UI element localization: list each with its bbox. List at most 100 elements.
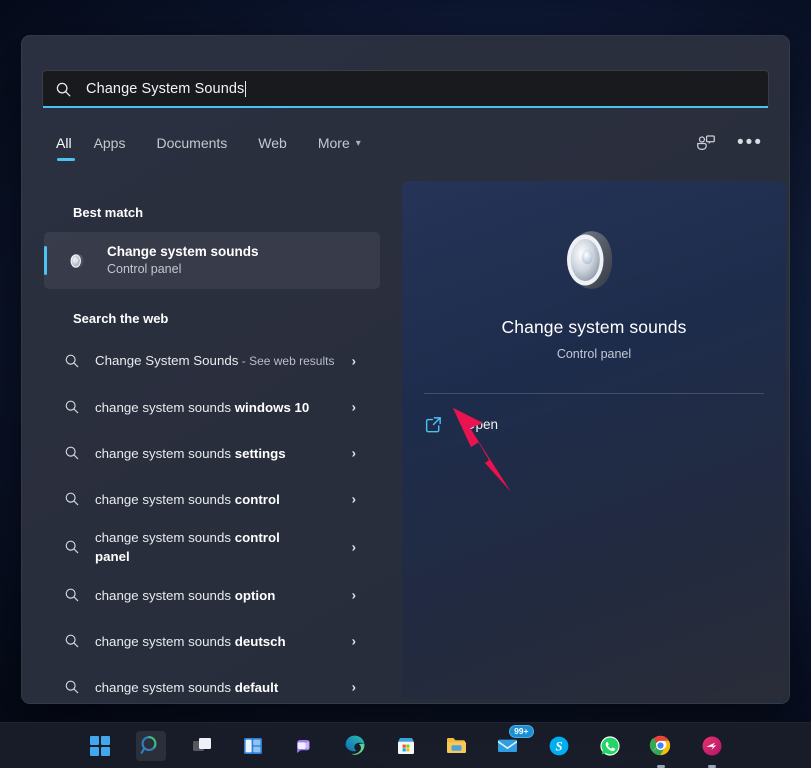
list-item-label: change system sounds control (95, 490, 288, 509)
tab-web[interactable]: Web (258, 135, 304, 162)
taskbar-item-start[interactable] (85, 731, 115, 761)
chevron-down-icon: ▾ (356, 138, 361, 149)
tab-all-label: All (56, 135, 72, 151)
web-result-bold: deutsch (235, 634, 286, 649)
list-item-label: change system sounds settings (95, 444, 294, 463)
tab-documents[interactable]: Documents (156, 135, 244, 162)
whatsapp-icon (599, 735, 621, 757)
search-icon (64, 633, 80, 649)
skype-icon: S (548, 735, 570, 757)
tab-all[interactable]: All (56, 135, 80, 162)
search-icon (64, 491, 80, 507)
taskbar-item-pink-app[interactable] (697, 731, 727, 761)
taskbar-item-mail[interactable]: 99+ (493, 731, 523, 761)
feedback-icon[interactable] (695, 132, 717, 154)
chevron-right-icon: › (352, 634, 356, 649)
best-match-subtitle: Control panel (107, 261, 259, 278)
list-item-label: change system sounds option (95, 586, 283, 605)
external-link-icon (424, 415, 443, 434)
search-icon (55, 81, 72, 98)
list-item[interactable]: change system sounds windows 10 › (44, 384, 380, 430)
running-indicator (657, 765, 665, 768)
web-result-bold: control (235, 492, 280, 507)
taskbar: 99+ S (0, 722, 811, 768)
web-result-prefix: change system sounds (95, 446, 235, 461)
best-match-result[interactable]: Change system sounds Control panel (44, 232, 380, 289)
list-item-label: change system sounds deutsch (95, 632, 294, 651)
speaker-icon (66, 248, 92, 274)
results-column: Best match Change system sounds C (22, 190, 402, 703)
edge-icon (343, 734, 366, 757)
search-icon (64, 539, 80, 555)
web-result-prefix: change system sounds (95, 634, 235, 649)
tab-web-label: Web (258, 135, 287, 151)
best-match-text: Change system sounds Control panel (107, 243, 259, 278)
taskbar-item-file-explorer[interactable] (442, 731, 472, 761)
top-actions: ••• (695, 132, 763, 154)
chevron-right-icon: › (352, 492, 356, 507)
taskbar-item-chrome[interactable] (646, 731, 676, 761)
search-flyout-panel: Change System Sounds All Apps Documents … (21, 35, 790, 704)
search-icon (64, 445, 80, 461)
widgets-icon (242, 735, 264, 757)
tab-more-label: More (318, 135, 350, 151)
list-item[interactable]: change system sounds settings › (44, 430, 380, 476)
web-result-bold: option (235, 588, 276, 603)
list-item[interactable]: change system sounds default › (44, 664, 380, 704)
tab-documents-label: Documents (156, 135, 227, 151)
taskbar-item-widgets[interactable] (238, 731, 268, 761)
list-item[interactable]: change system sounds deutsch › (44, 618, 380, 664)
list-item-label: change system sounds control panel (95, 528, 295, 566)
running-indicator (708, 765, 716, 768)
microsoft-store-icon (395, 735, 417, 757)
web-results-list: Change System Sounds - See web results ›… (22, 338, 402, 704)
chrome-icon (649, 734, 672, 757)
taskbar-item-edge[interactable] (340, 731, 370, 761)
svg-text:S: S (555, 739, 562, 753)
speaker-icon (554, 220, 634, 300)
taskbar-item-task-view[interactable] (187, 731, 217, 761)
task-view-icon (191, 735, 213, 757)
search-box-container: Change System Sounds (42, 70, 769, 108)
best-match-title: Change system sounds (107, 243, 259, 260)
web-result-prefix: change system sounds (95, 680, 235, 695)
chat-icon (293, 735, 315, 757)
chevron-right-icon: › (352, 354, 356, 369)
list-item[interactable]: change system sounds option › (44, 572, 380, 618)
annotation-arrow (449, 404, 529, 499)
chevron-right-icon: › (352, 588, 356, 603)
more-options-button[interactable]: ••• (737, 138, 763, 148)
web-result-prefix: change system sounds (95, 492, 235, 507)
file-explorer-icon (445, 734, 468, 757)
search-input[interactable]: Change System Sounds (42, 70, 769, 108)
list-item-label: change system sounds windows 10 (95, 398, 317, 417)
taskbar-item-microsoft-store[interactable] (391, 731, 421, 761)
chevron-right-icon: › (352, 680, 356, 695)
chevron-right-icon: › (352, 446, 356, 461)
list-item[interactable]: Change System Sounds - See web results › (44, 338, 380, 384)
web-result-suffix: - See web results (238, 354, 334, 368)
search-icon (64, 587, 80, 603)
tab-apps[interactable]: Apps (94, 135, 143, 162)
list-item[interactable]: change system sounds control › (44, 476, 380, 522)
list-item-label: change system sounds default (95, 678, 286, 697)
search-web-heading: Search the web (22, 311, 402, 326)
search-query-text: Change System Sounds (86, 81, 244, 97)
web-result-prefix: Change System Sounds (95, 353, 238, 368)
windows-start-icon (89, 735, 111, 757)
search-icon (139, 734, 162, 757)
taskbar-item-chat[interactable] (289, 731, 319, 761)
tab-more[interactable]: More ▾ (318, 135, 378, 162)
web-result-bold: settings (235, 446, 286, 461)
text-caret (245, 81, 246, 97)
taskbar-item-search[interactable] (136, 731, 166, 761)
list-item-label: Change System Sounds - See web results (95, 351, 342, 371)
tab-apps-label: Apps (94, 135, 126, 151)
pink-app-icon (701, 735, 723, 757)
search-icon (64, 399, 80, 415)
best-match-heading: Best match (22, 205, 402, 220)
preview-subtitle: Control panel (402, 347, 786, 361)
taskbar-item-whatsapp[interactable] (595, 731, 625, 761)
taskbar-item-skype[interactable]: S (544, 731, 574, 761)
list-item[interactable]: change system sounds control panel › (44, 522, 380, 572)
